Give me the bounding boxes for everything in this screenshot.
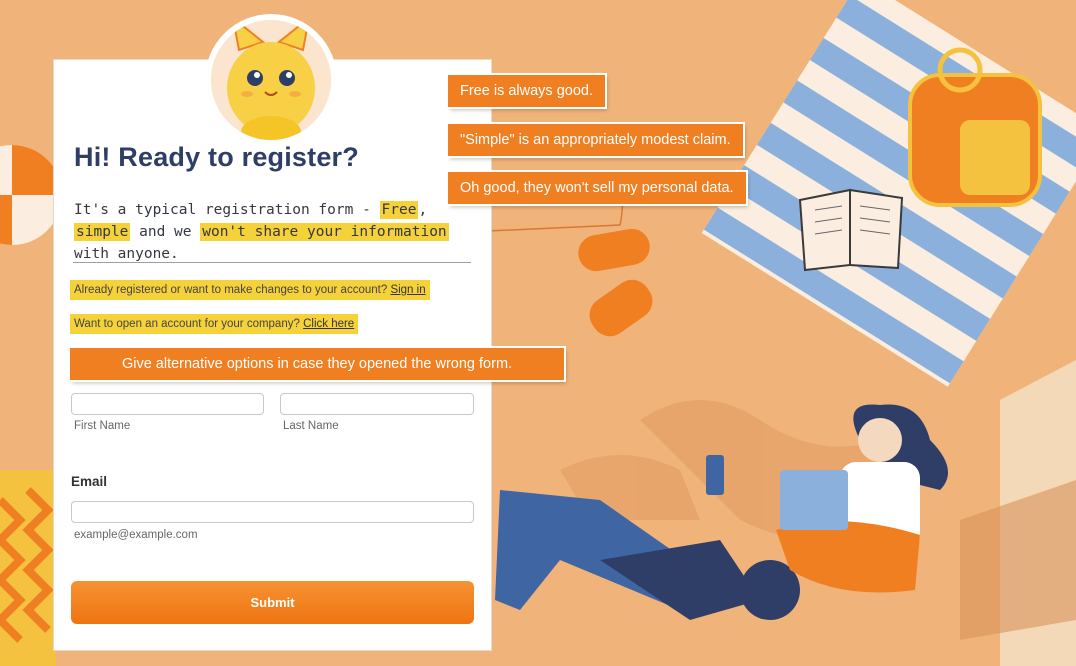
book-icon <box>798 188 904 272</box>
last-name-input[interactable] <box>280 393 474 415</box>
email-input[interactable] <box>71 501 474 523</box>
submit-button[interactable]: Submit <box>71 581 474 624</box>
email-sublabel: example@example.com <box>74 529 198 541</box>
last-name-sublabel: Last Name <box>283 420 339 432</box>
callout-simple: "Simple" is an appropriately modest clai… <box>448 124 743 156</box>
first-name-input[interactable] <box>71 393 264 415</box>
company-account-note: Want to open an account for your company… <box>70 314 359 334</box>
highlight-free: Free <box>379 201 419 219</box>
first-name-sublabel: First Name <box>74 420 131 432</box>
email-label: Email <box>71 474 108 489</box>
highlight-simple: simple <box>74 223 131 241</box>
click-here-link[interactable]: Click here <box>303 318 354 330</box>
callout-alternatives: Give alternative options in case they op… <box>70 348 564 380</box>
phone-icon <box>706 455 724 495</box>
callout-data: Oh good, they won't sell my personal dat… <box>448 172 746 204</box>
avatar <box>205 14 337 146</box>
already-registered-note: Already registered or want to make chang… <box>70 280 430 300</box>
cat-mascot-icon <box>211 20 331 140</box>
highlight-no-share: won't share your information <box>200 223 449 241</box>
divider <box>73 262 471 263</box>
laptop-icon <box>780 470 848 530</box>
page-title: Hi! Ready to register? <box>74 142 359 172</box>
rug-left <box>0 470 56 666</box>
sign-in-link[interactable]: Sign in <box>390 284 425 296</box>
callout-free: Free is always good. <box>448 75 605 107</box>
intro-text: It's a typical registration form - Free,… <box>74 201 449 262</box>
